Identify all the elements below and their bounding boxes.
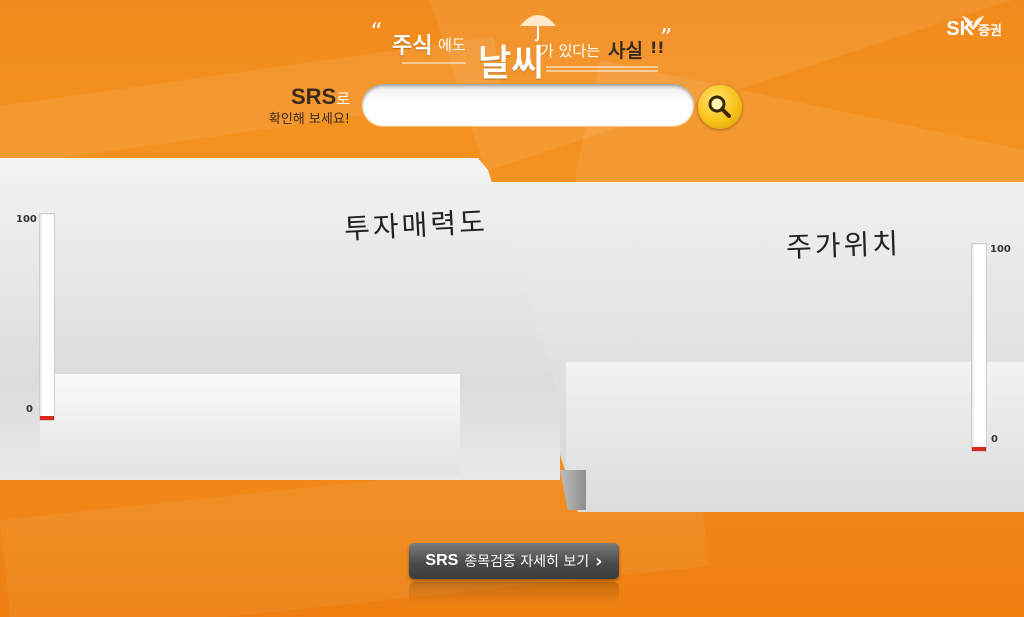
srs-detail-button[interactable]: SRS 종목검증 자세히 보기 ›: [409, 543, 619, 579]
headline-word-weather: 날씨: [478, 43, 545, 84]
search-button[interactable]: [698, 85, 742, 129]
fine-print-line: [546, 70, 658, 72]
srs-prompt: SRS로 확인해 보세요!: [262, 84, 350, 127]
detail-button-label: 종목검증 자세히 보기: [464, 554, 590, 570]
panel-fold: [560, 470, 586, 510]
chevron-right-icon: ›: [595, 550, 603, 572]
detail-button-srs: SRS: [425, 552, 459, 569]
left-scale-min: 0: [26, 404, 33, 415]
headline: “ 주식 에도 날씨 가 있다는 사실 !! ”: [368, 15, 678, 84]
fine-print-line: [402, 62, 466, 64]
headline-word-exists: 가 있다는: [540, 42, 600, 60]
attractiveness-gauge-fill: [40, 416, 54, 420]
attractiveness-gauge: [39, 213, 55, 421]
right-scale-max: 100: [990, 244, 1011, 255]
search-icon: [708, 95, 731, 118]
search-input[interactable]: [362, 84, 694, 126]
headline-word-even: 에도: [438, 36, 466, 54]
fine-print-line: [546, 66, 658, 68]
right-scale-min: 0: [991, 434, 998, 445]
srs-prompt-ro: 로: [336, 90, 350, 108]
headline-word-stock: 주식: [392, 34, 433, 59]
srs-prompt-srs: SRS: [290, 84, 337, 109]
detail-button-reflection: [409, 582, 619, 604]
position-gauge: [971, 243, 987, 452]
left-scale-max: 100: [16, 214, 37, 225]
srs-prompt-text: 확인해 보세요!: [268, 112, 350, 127]
panel-title-attractiveness: 투자매력도: [343, 205, 489, 246]
open-quote: “: [370, 18, 383, 46]
butterfly-icon: [962, 16, 985, 30]
position-gauge-fill: [972, 447, 986, 451]
sk-logo[interactable]: SK 증권: [946, 16, 1002, 41]
stock-position-panel: [486, 182, 1024, 512]
close-quote: ”: [660, 24, 673, 52]
panel-title-position: 주가위치: [785, 227, 902, 264]
headline-word-fact: 사실: [608, 40, 643, 62]
